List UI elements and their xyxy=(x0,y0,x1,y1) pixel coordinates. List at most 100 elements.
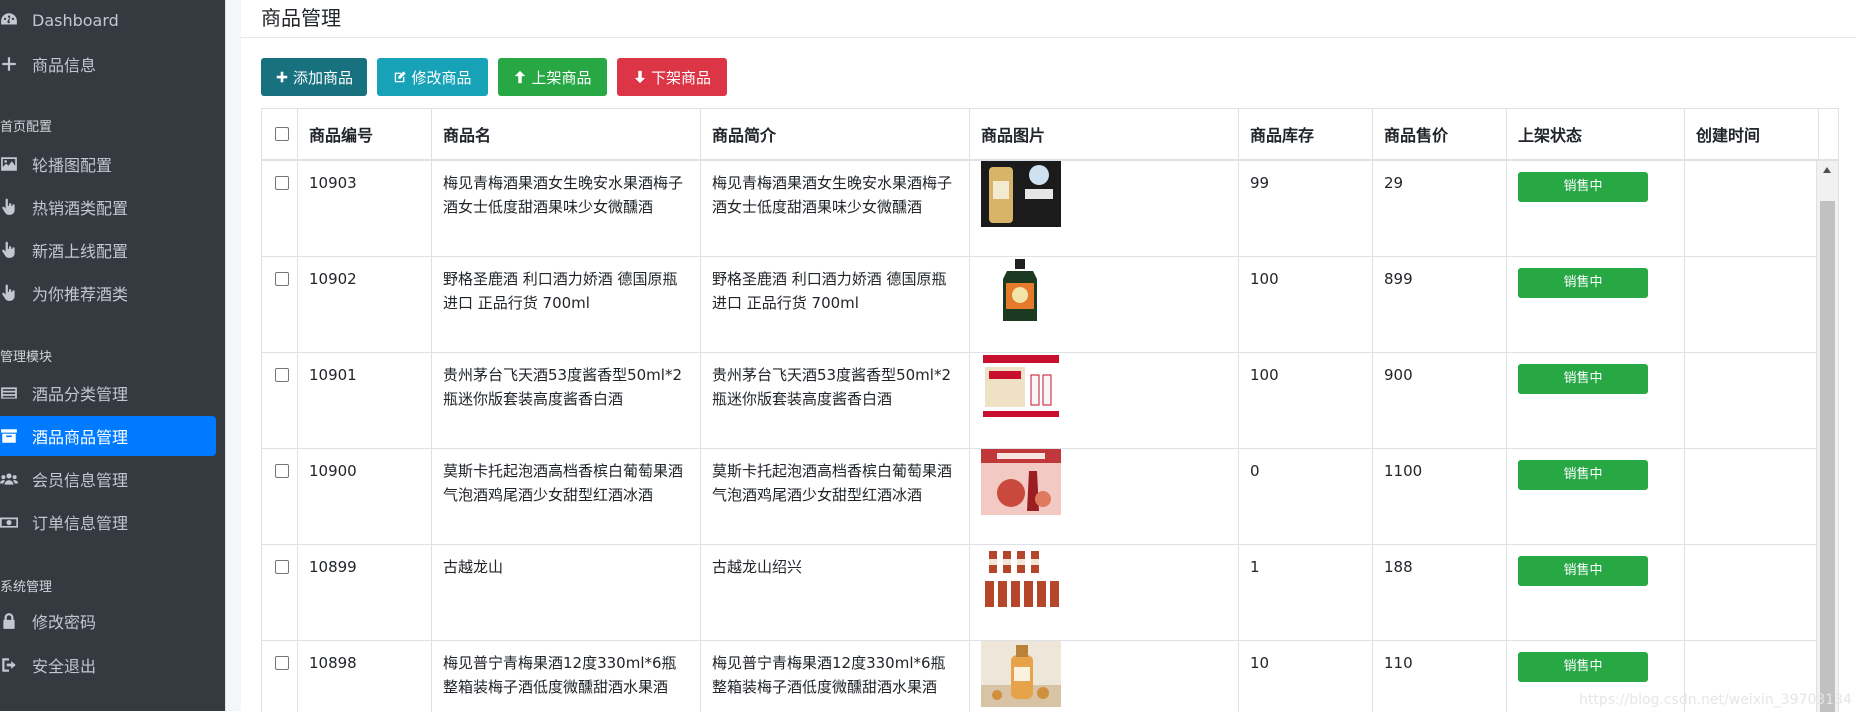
product-price-cell: 110 xyxy=(1373,641,1507,712)
row-select-cell xyxy=(262,449,298,544)
product-id-cell: 10903 xyxy=(298,161,432,256)
divider xyxy=(241,37,1856,38)
product-image-cell xyxy=(970,545,1239,640)
column-header[interactable]: 上架状态 xyxy=(1507,109,1685,159)
sidebar-item-label: 轮播图配置 xyxy=(32,156,113,175)
product-image-cell xyxy=(970,641,1239,712)
table-row[interactable]: 10902 野格圣鹿酒 利口酒力娇酒 德国原瓶进口 正品行货 700ml 野格圣… xyxy=(262,257,1817,353)
delist-product-label: 下架商品 xyxy=(650,68,711,87)
column-header[interactable]: 创建时间 xyxy=(1685,109,1819,159)
product-status-cell: 销售中 xyxy=(1507,545,1685,640)
product-id-cell: 10902 xyxy=(298,257,432,352)
status-button[interactable]: 销售中 xyxy=(1518,364,1648,394)
sidebar-item-new-wine-config[interactable]: 新酒上线配置 xyxy=(0,230,216,270)
column-header[interactable]: 商品图片 xyxy=(970,109,1239,159)
product-intro-cell: 贵州茅台飞天酒53度酱香型50ml*2瓶迷你版套装高度酱香白酒 xyxy=(701,353,970,448)
money-icon xyxy=(0,513,24,531)
row-checkbox[interactable] xyxy=(275,272,289,286)
table-row[interactable]: 10901 贵州茅台飞天酒53度酱香型50ml*2瓶迷你版套装高度酱香白酒 贵州… xyxy=(262,353,1817,449)
sidebar-item-order-manage[interactable]: 订单信息管理 xyxy=(0,502,216,542)
sidebar-item-label: 安全退出 xyxy=(32,657,97,676)
sidebar-item-member-manage[interactable]: 会员信息管理 xyxy=(0,459,216,499)
status-button[interactable]: 销售中 xyxy=(1518,172,1648,202)
row-select-cell xyxy=(262,641,298,712)
sidebar-item-dashboard[interactable]: Dashboard xyxy=(0,0,216,40)
add-product-label: 添加商品 xyxy=(292,68,353,87)
sidebar-item-label: 酒品商品管理 xyxy=(32,428,129,447)
sidebar-item-change-password[interactable]: 修改密码 xyxy=(0,601,216,641)
product-status-cell: 销售中 xyxy=(1507,257,1685,352)
product-intro-cell: 梅见青梅酒果酒女生晚安水果酒梅子酒女士低度甜酒果味少女微醺酒 xyxy=(701,161,970,256)
page-title: 商品管理 xyxy=(261,6,341,30)
arrow-down-icon xyxy=(634,70,646,84)
product-image xyxy=(981,641,1061,707)
row-checkbox[interactable] xyxy=(275,464,289,478)
product-stock-cell: 99 xyxy=(1239,161,1373,256)
product-image xyxy=(981,353,1061,419)
edit-product-label: 修改商品 xyxy=(411,68,472,87)
scroll-up-arrow-icon[interactable] xyxy=(1823,167,1831,173)
list-product-button[interactable]: 上架商品 xyxy=(498,58,607,96)
status-button[interactable]: 销售中 xyxy=(1518,556,1648,586)
product-price-cell: 1100 xyxy=(1373,449,1507,544)
sidebar-item-product-manage[interactable]: 酒品商品管理 xyxy=(0,416,216,456)
edit-product-button[interactable]: 修改商品 xyxy=(377,58,488,96)
product-id-cell: 10898 xyxy=(298,641,432,712)
sidebar-item-label: 订单信息管理 xyxy=(32,514,129,533)
column-header[interactable]: 商品库存 xyxy=(1239,109,1373,159)
row-checkbox[interactable] xyxy=(275,368,289,382)
table-row[interactable]: 10900 莫斯卡托起泡酒高档香槟白葡萄果酒气泡酒鸡尾酒少女甜型红酒冰酒 莫斯卡… xyxy=(262,449,1817,545)
product-intro-cell: 莫斯卡托起泡酒高档香槟白葡萄果酒气泡酒鸡尾酒少女甜型红酒冰酒 xyxy=(701,449,970,544)
column-header[interactable]: 商品名 xyxy=(432,109,701,159)
product-image-cell xyxy=(970,257,1239,352)
column-header[interactable]: 商品简介 xyxy=(701,109,970,159)
list-icon xyxy=(0,384,24,402)
status-button[interactable]: 销售中 xyxy=(1518,268,1648,298)
product-name-cell: 梅见普宁青梅果酒12度330ml*6瓶整箱装梅子酒低度微醺甜酒水果酒 xyxy=(432,641,701,712)
sidebar-item-category-manage[interactable]: 酒品分类管理 xyxy=(0,373,216,413)
status-button[interactable]: 销售中 xyxy=(1518,652,1648,682)
add-product-button[interactable]: 添加商品 xyxy=(261,58,367,96)
created-time-cell xyxy=(1685,161,1817,256)
column-header[interactable]: 商品编号 xyxy=(298,109,432,159)
sidebar-item-label: 会员信息管理 xyxy=(32,471,129,490)
row-select-cell xyxy=(262,161,298,256)
product-status-cell: 销售中 xyxy=(1507,353,1685,448)
sidebar-item-carousel-config[interactable]: 轮播图配置 xyxy=(0,144,216,184)
sign-out-icon xyxy=(0,656,24,674)
column-header[interactable]: 商品售价 xyxy=(1373,109,1507,159)
plus-icon xyxy=(276,71,288,83)
hand-pointer-icon xyxy=(0,198,24,216)
row-select-cell xyxy=(262,257,298,352)
table-row[interactable]: 10899 古越龙山 古越龙山绍兴 1 188 销售中 xyxy=(262,545,1817,641)
product-image xyxy=(981,449,1061,515)
product-stock-cell: 0 xyxy=(1239,449,1373,544)
sidebar-item-hot-wine-config[interactable]: 热销酒类配置 xyxy=(0,187,216,227)
product-stock-cell: 1 xyxy=(1239,545,1373,640)
status-button[interactable]: 销售中 xyxy=(1518,460,1648,490)
box-icon xyxy=(0,427,24,445)
product-image xyxy=(981,257,1061,323)
product-table: 商品编号 商品名 商品简介 商品图片 商品库存 商品售价 上架状态 创建时间 1… xyxy=(261,108,1839,712)
select-all-checkbox[interactable] xyxy=(275,127,289,141)
row-checkbox[interactable] xyxy=(275,656,289,670)
arrow-up-icon xyxy=(515,70,526,84)
sidebar-item-product-info[interactable]: 商品信息 xyxy=(0,44,216,84)
row-checkbox[interactable] xyxy=(275,560,289,574)
scrollbar-thumb[interactable] xyxy=(1820,201,1835,712)
row-checkbox[interactable] xyxy=(275,176,289,190)
sidebar-item-logout[interactable]: 安全退出 xyxy=(0,645,216,685)
sidebar-edge xyxy=(225,0,241,711)
edit-icon xyxy=(395,71,407,83)
product-id-cell: 10901 xyxy=(298,353,432,448)
product-image xyxy=(981,545,1061,611)
sidebar-item-recommend-config[interactable]: 为你推荐酒类 xyxy=(0,273,216,313)
table-row[interactable]: 10903 梅见青梅酒果酒女生晚安水果酒梅子酒女士低度甜酒果味少女微醺酒 梅见青… xyxy=(262,161,1817,257)
created-time-cell xyxy=(1685,257,1817,352)
sidebar-item-label: 商品信息 xyxy=(32,56,97,75)
plus-icon xyxy=(0,55,24,73)
sidebar-item-label: 热销酒类配置 xyxy=(32,199,129,218)
table-scrollbar[interactable] xyxy=(1817,161,1838,712)
product-id-cell: 10899 xyxy=(298,545,432,640)
delist-product-button[interactable]: 下架商品 xyxy=(617,58,727,96)
